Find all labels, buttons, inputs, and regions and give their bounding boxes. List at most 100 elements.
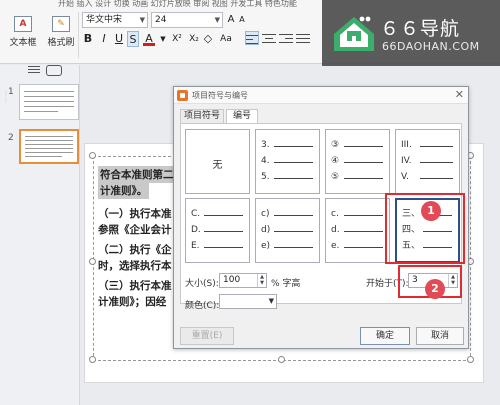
document-line: 参照《企业会计 (98, 224, 172, 236)
document-line: 计准则》；因经 (98, 296, 167, 308)
size-value: 100 (223, 275, 241, 285)
bold-button[interactable]: B (82, 31, 94, 47)
chevron-down-icon: ▼ (268, 297, 274, 305)
close-icon[interactable]: ✕ (455, 88, 464, 101)
house-icon (334, 16, 374, 51)
chevron-down-icon: ▼ (214, 16, 220, 24)
shadow-button[interactable]: S (127, 31, 139, 47)
resize-handle[interactable] (89, 356, 96, 363)
numbering-option[interactable]: c. d. e. (325, 198, 390, 263)
align-right-icon[interactable] (279, 31, 293, 45)
option-item: ③ (331, 140, 340, 150)
option-item: e. (331, 241, 340, 251)
canvas-bottom (84, 383, 500, 405)
size-unit: % 字高 (271, 279, 301, 289)
none-label: 无 (212, 160, 223, 171)
option-item: V. (401, 172, 409, 182)
subscript-button[interactable]: X₂ (186, 31, 202, 47)
slide-number: 2 (8, 133, 14, 143)
option-item: 5. (261, 172, 270, 182)
dialog-titlebar: 项目符号与编号 ✕ (174, 87, 468, 104)
ribbon-tabs-strip: 开始 插入 设计 切换 动画 幻灯片放映 审阅 视图 开发工具 特色功能 (58, 0, 297, 8)
resize-handle[interactable] (89, 258, 96, 265)
underline-button[interactable]: U (113, 31, 125, 47)
format-painter-label: 格式刷 (47, 38, 75, 48)
option-item: ⑤ (331, 172, 340, 182)
option-item: 4. (261, 156, 270, 166)
spinner-icon[interactable]: ▲ ▼ (257, 274, 266, 287)
numbering-option[interactable]: c) d) e) (255, 198, 320, 263)
font-color-button[interactable]: A (143, 31, 155, 46)
superscript-button[interactable]: X² (169, 31, 185, 47)
size-input[interactable]: 100 ▲ ▼ (219, 273, 267, 288)
format-painter-icon: ✎ (52, 16, 70, 32)
resize-handle[interactable] (89, 152, 96, 159)
step-badge: 2 (425, 279, 445, 299)
numbering-option[interactable]: C. D. E. (185, 198, 250, 263)
font-size-select[interactable]: 24 ▼ (151, 12, 223, 28)
logo-title: ６６导航 (380, 18, 461, 40)
font-size-value: 24 (155, 15, 167, 25)
outline-view-icon[interactable] (28, 66, 40, 76)
textbox-icon: A (14, 16, 32, 32)
step-badge: 1 (421, 201, 441, 221)
option-item: e) (261, 241, 271, 251)
document-line: （一）执行本准 (98, 208, 172, 220)
clear-format-button[interactable]: ◇ (202, 31, 214, 47)
option-item: c. (331, 209, 339, 219)
slide-thumbnail[interactable] (19, 84, 79, 120)
align-left-icon[interactable] (245, 31, 259, 45)
char-spacing-button[interactable]: Aa (217, 31, 235, 47)
option-item: C. (191, 209, 201, 219)
app-icon (177, 90, 188, 101)
format-painter-button[interactable]: ✎ 格式刷 (44, 16, 78, 60)
align-justify-icon[interactable] (296, 31, 310, 45)
align-center-icon[interactable] (262, 31, 276, 45)
site-logo: ６６导航 66DAOHAN.COM (322, 0, 500, 66)
size-label: 大小(S): (185, 279, 219, 289)
font-name-select[interactable]: 华文中宋 ▼ (82, 12, 148, 28)
document-line: 计准则》。 (98, 182, 150, 199)
document-line: 时，选择执行本 (98, 260, 172, 272)
option-item: E. (191, 241, 200, 251)
textbox-label: 文本框 (9, 38, 37, 48)
reset-button[interactable]: 重置(E) (180, 327, 234, 345)
option-item: d) (261, 225, 271, 235)
option-item: d. (331, 225, 340, 235)
grow-font-button[interactable]: A (226, 12, 236, 28)
chevron-down-icon: ▼ (139, 16, 145, 24)
option-item: III. (401, 140, 412, 150)
chevron-down-icon[interactable]: ▼ (160, 31, 166, 47)
dialog-title: 项目符号与编号 (192, 91, 248, 100)
shrink-font-button[interactable]: A (237, 12, 247, 28)
slides-panel: ⋮ ⋮ 1 2 (0, 65, 80, 405)
slide-view-icon[interactable] (46, 65, 62, 76)
ok-button[interactable]: 确定 (360, 327, 410, 345)
resize-handle[interactable] (467, 356, 474, 363)
tab-numbering[interactable]: 编号 (226, 109, 258, 124)
option-item: ④ (331, 156, 340, 166)
resize-handle[interactable] (278, 356, 285, 363)
italic-button[interactable]: I (98, 31, 110, 47)
numbering-option[interactable]: 3. 4. 5. (255, 129, 320, 194)
numbering-option[interactable]: ③ ④ ⑤ (325, 129, 390, 194)
document-line: （三）执行本准 (98, 280, 172, 292)
slide-thumbnail-selected[interactable] (19, 129, 79, 164)
option-item: c) (261, 209, 270, 219)
option-item: 3. (261, 140, 270, 150)
slide-number: 1 (8, 87, 14, 97)
textbox-button[interactable]: A 文本框 (6, 16, 40, 60)
logo-subtitle: 66DAOHAN.COM (382, 40, 480, 53)
font-name-value: 华文中宋 (86, 15, 123, 25)
option-item: D. (191, 225, 201, 235)
document-line: （二）执行《企 (98, 244, 172, 256)
document-line: 符合本准则第二 (98, 166, 176, 183)
cancel-button[interactable]: 取消 (416, 327, 464, 345)
numbering-option-none[interactable]: 无 (185, 129, 250, 194)
toolbar-divider (78, 12, 79, 58)
color-dropdown[interactable]: ▼ (219, 294, 277, 309)
option-item: IV. (401, 156, 412, 166)
tab-bullets[interactable]: 项目符号 (180, 109, 224, 123)
color-label: 颜色(C): (185, 301, 220, 311)
numbering-option[interactable]: III. IV. V. (395, 129, 460, 194)
